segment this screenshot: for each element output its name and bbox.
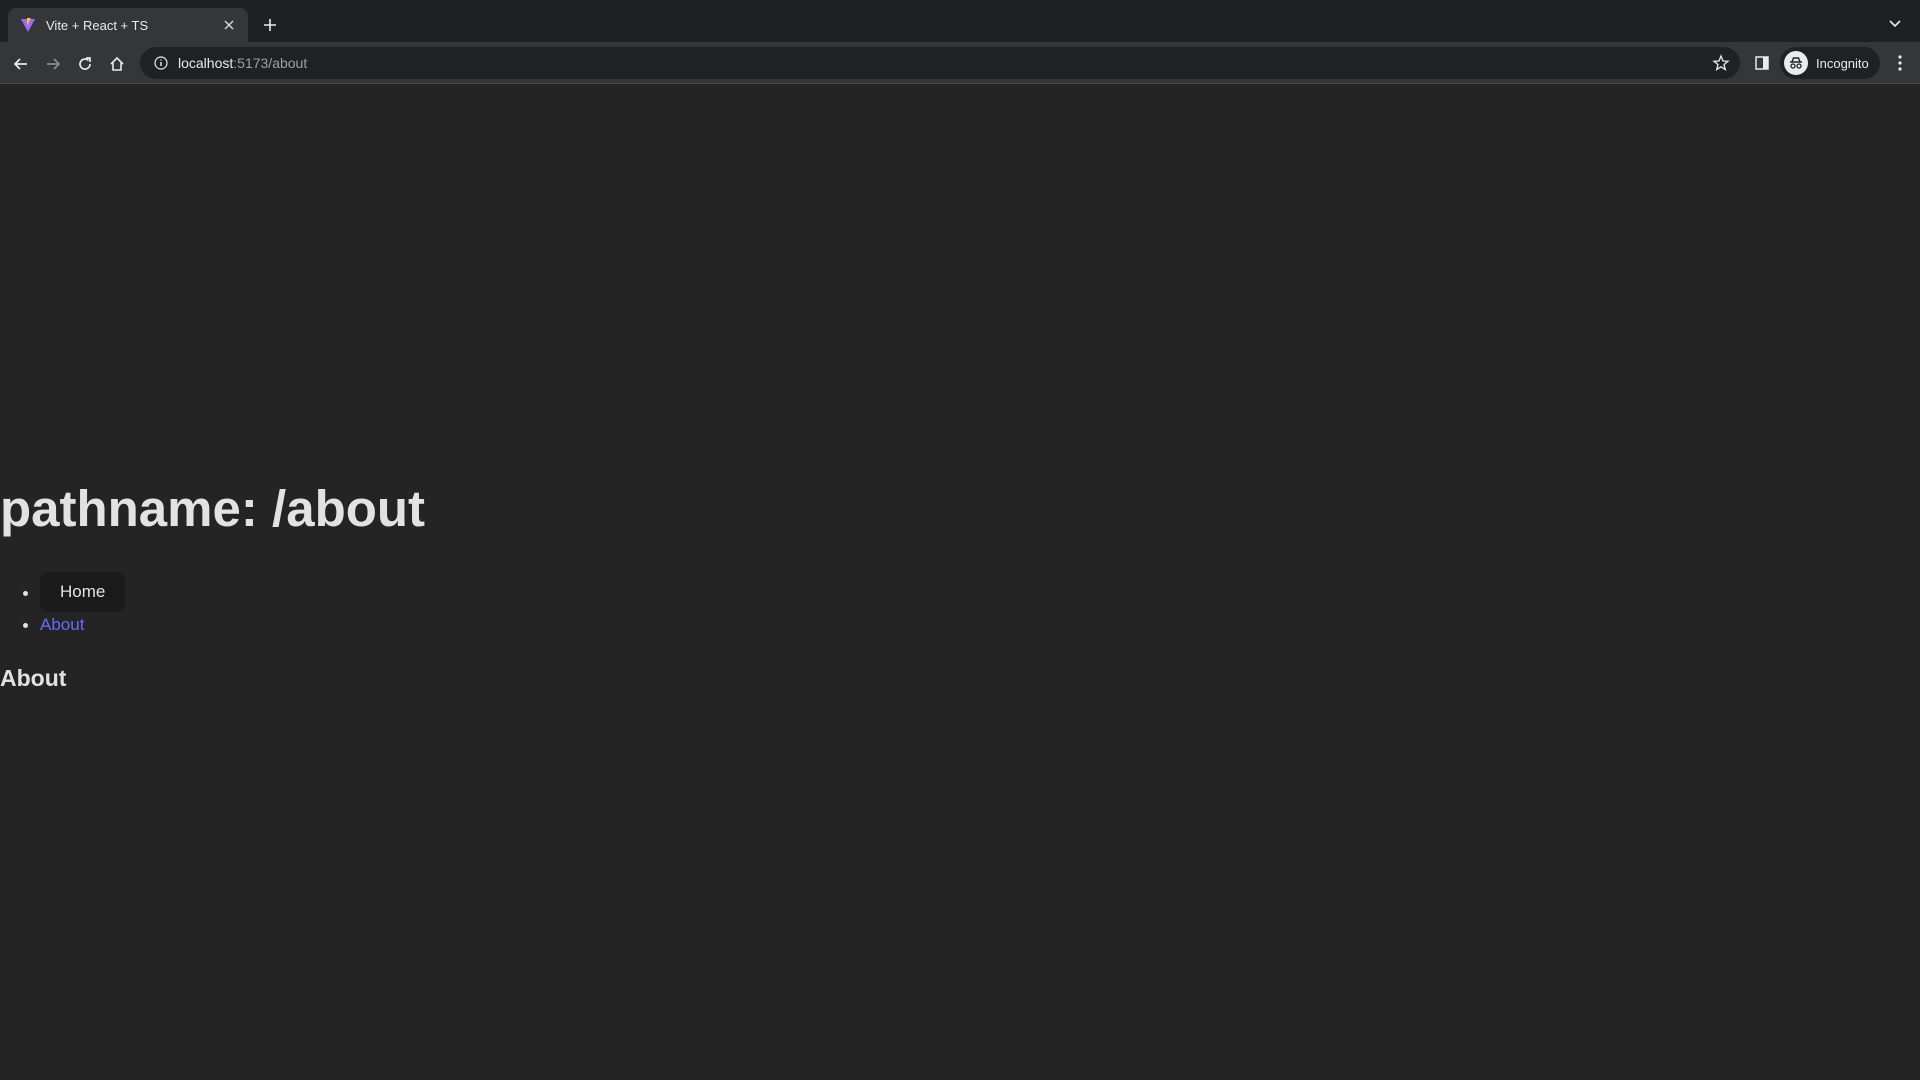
page-content: pathname: /about Home About About xyxy=(0,85,1920,1080)
nav-list: Home About xyxy=(0,572,126,641)
vite-logo-icon xyxy=(20,17,36,33)
browser-tab[interactable]: Vite + React + TS xyxy=(8,8,248,42)
address-bar[interactable]: localhost:5173/about xyxy=(140,47,1740,79)
forward-arrow-icon[interactable] xyxy=(40,51,66,77)
section-title: About xyxy=(0,665,67,691)
tab-strip: Vite + React + TS xyxy=(0,0,1920,42)
close-tab-icon[interactable] xyxy=(220,16,238,34)
home-button[interactable]: Home xyxy=(40,572,126,612)
new-tab-icon[interactable] xyxy=(258,13,282,37)
profile-label: Incognito xyxy=(1816,55,1869,71)
list-item: About xyxy=(22,609,125,641)
url-host: localhost xyxy=(178,55,234,71)
back-arrow-icon[interactable] xyxy=(8,51,34,77)
kebab-menu-icon[interactable] xyxy=(1888,51,1912,75)
url-path: :5173/about xyxy=(233,55,308,71)
list-item: Home xyxy=(22,572,126,612)
chevron-down-icon[interactable] xyxy=(1884,13,1906,35)
side-panel-icon[interactable] xyxy=(1752,53,1772,73)
tab-title: Vite + React + TS xyxy=(46,17,149,33)
home-icon[interactable] xyxy=(104,51,130,77)
incognito-icon xyxy=(1784,51,1808,75)
browser-toolbar: localhost:5173/about Incognito xyxy=(0,42,1920,84)
info-icon[interactable] xyxy=(152,54,170,72)
bookmark-star-icon[interactable] xyxy=(1712,54,1730,72)
incognito-profile-button[interactable]: Incognito xyxy=(1780,47,1880,79)
page-title: pathname: /about xyxy=(0,480,426,537)
about-link[interactable]: About xyxy=(40,615,84,635)
reload-icon[interactable] xyxy=(72,51,98,77)
